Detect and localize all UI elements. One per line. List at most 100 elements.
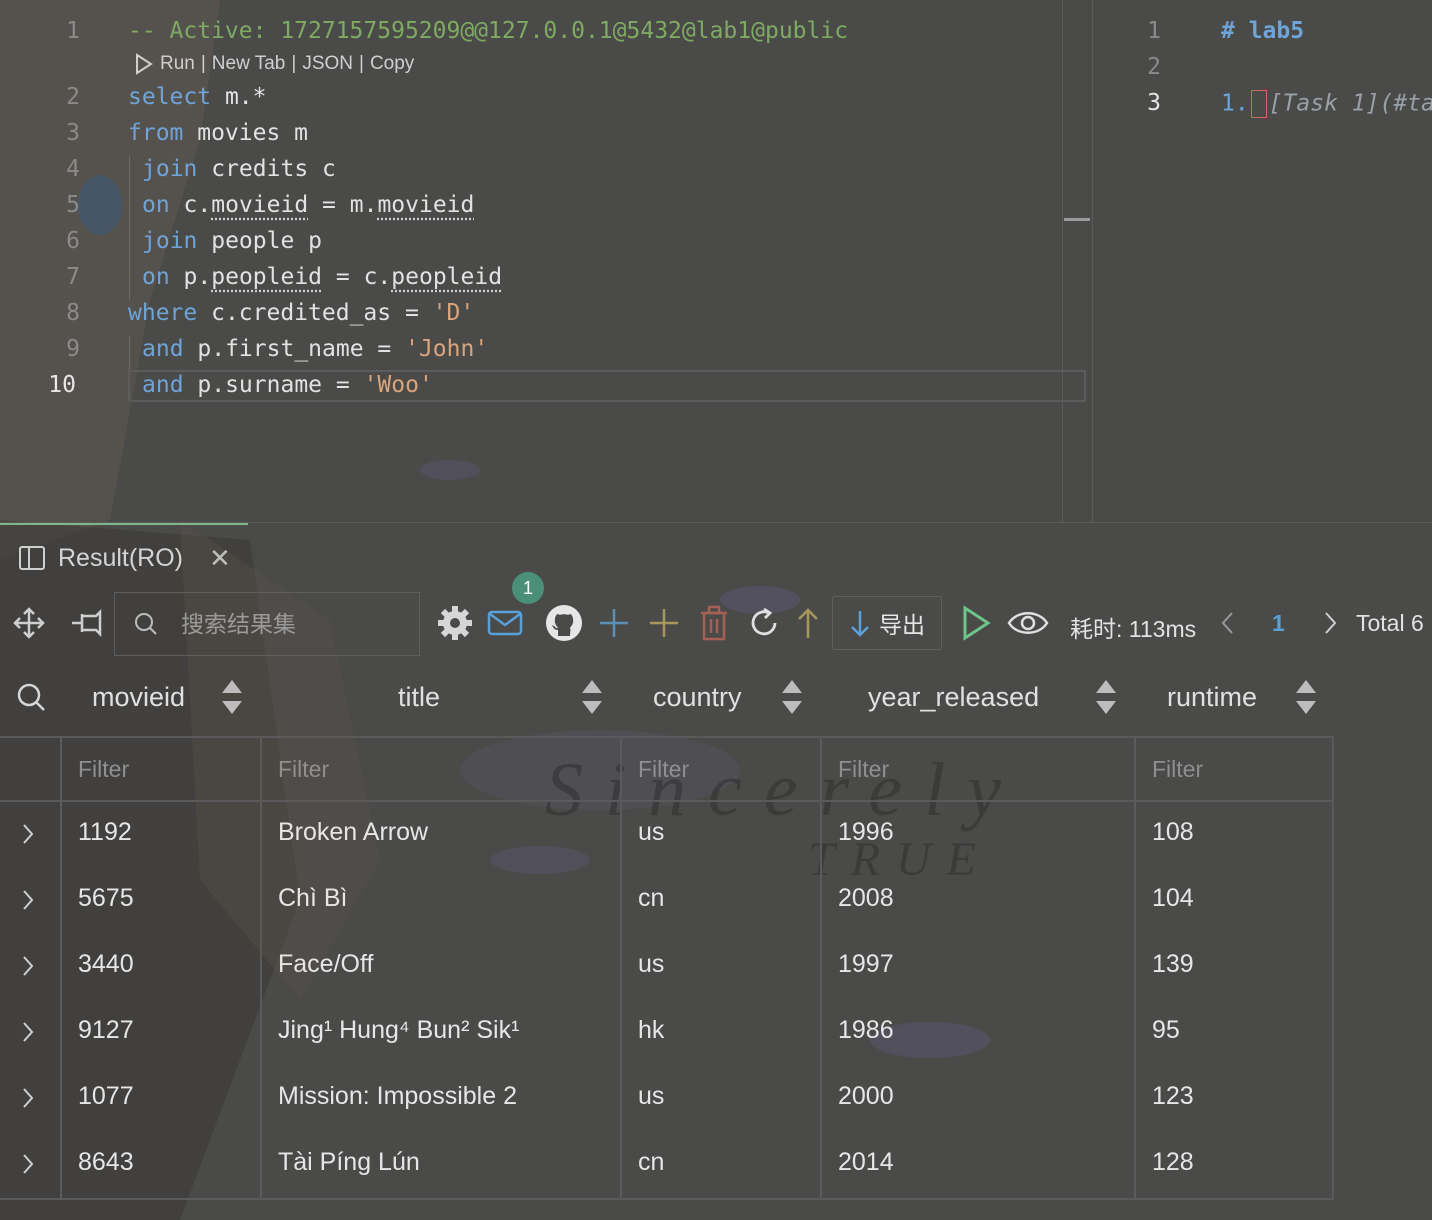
codelens-json[interactable]: JSON — [302, 53, 353, 75]
line-number: 2 — [66, 84, 80, 110]
cell-title[interactable]: Broken Arrow — [278, 818, 428, 847]
column-header-movieid[interactable]: movieid — [92, 658, 185, 736]
cell-title[interactable]: Tài Píng Lún — [278, 1148, 420, 1177]
text-cursor — [1250, 90, 1267, 118]
code-line: join people p — [142, 228, 323, 254]
pin-icon[interactable] — [68, 600, 108, 646]
eye-icon[interactable] — [1006, 600, 1050, 646]
filter-runtime[interactable]: Filter — [1152, 756, 1203, 783]
column-header-country[interactable]: country — [653, 658, 742, 736]
sort-icon[interactable] — [580, 676, 604, 718]
codelens-copy[interactable]: Copy — [370, 53, 414, 75]
cell-title[interactable]: Jing¹ Hung⁴ Bun² Sik¹ — [278, 1016, 519, 1045]
sort-icon[interactable] — [1294, 676, 1318, 718]
result-toolbar: 1 导出 耗时: 113ms 1 — [0, 572, 1432, 658]
cell-runtime[interactable]: 95 — [1152, 1016, 1180, 1045]
markdown-editor[interactable]: 1 2 3 # lab5 1. [Task 1](#ta — [1092, 0, 1432, 522]
cell-runtime[interactable]: 123 — [1152, 1082, 1194, 1111]
line-number: 8 — [66, 300, 80, 326]
chevron-right-icon[interactable] — [20, 886, 36, 914]
settings-gear-icon[interactable] — [436, 600, 474, 646]
column-header-title[interactable]: title — [398, 658, 440, 736]
filter-year-released[interactable]: Filter — [838, 756, 889, 783]
add-row-icon[interactable] — [596, 600, 632, 646]
filter-movieid[interactable]: Filter — [78, 756, 129, 783]
cell-year-released[interactable]: 1997 — [838, 950, 894, 979]
cell-movieid[interactable]: 1077 — [78, 1082, 134, 1111]
table-row[interactable]: 1192 Broken Arrow us 1996 108 — [0, 802, 1334, 868]
cell-year-released[interactable]: 1986 — [838, 1016, 894, 1045]
cell-country[interactable]: us — [638, 950, 664, 979]
cell-movieid[interactable]: 1192 — [78, 818, 132, 847]
cell-country[interactable]: hk — [638, 1016, 664, 1045]
mail-icon[interactable] — [486, 600, 524, 646]
table-row[interactable]: 3440 Face/Off us 1997 139 — [0, 934, 1334, 1000]
cell-title[interactable]: Chì Bì — [278, 884, 347, 913]
column-header-runtime[interactable]: runtime — [1167, 658, 1257, 736]
sql-editor[interactable]: 1 2 3 4 5 6 7 8 9 10 -- Active: 17271575… — [0, 0, 1090, 522]
result-panel: Result(RO) ✕ 1 — [0, 522, 1432, 1220]
table-row[interactable]: 5675 Chì Bì cn 2008 104 — [0, 868, 1334, 934]
panel-layout-icon — [19, 546, 45, 570]
codelens-new-tab[interactable]: New Tab — [212, 53, 286, 75]
chevron-right-icon[interactable] — [1318, 600, 1342, 646]
cell-country[interactable]: cn — [638, 884, 664, 913]
code-line: from movies m — [128, 120, 309, 146]
sort-icon[interactable] — [220, 676, 244, 718]
tab-result[interactable]: Result(RO) ✕ — [0, 523, 248, 591]
add-column-icon[interactable] — [646, 600, 682, 646]
run-icon[interactable] — [134, 52, 154, 76]
filter-title[interactable]: Filter — [278, 756, 329, 783]
cell-title[interactable]: Face/Off — [278, 950, 373, 979]
cell-runtime[interactable]: 108 — [1152, 818, 1194, 847]
filter-country[interactable]: Filter — [638, 756, 689, 783]
cell-year-released[interactable]: 1996 — [838, 818, 894, 847]
refresh-icon[interactable] — [746, 600, 782, 646]
close-icon[interactable]: ✕ — [209, 543, 231, 574]
chevron-right-icon[interactable] — [20, 1150, 36, 1178]
cell-runtime[interactable]: 104 — [1152, 884, 1194, 913]
cell-movieid[interactable]: 9127 — [78, 1016, 134, 1045]
codelens-run[interactable]: Run — [160, 53, 195, 75]
scrollbar-thumb[interactable] — [1064, 218, 1090, 221]
arrow-up-icon[interactable] — [792, 600, 824, 646]
cell-country[interactable]: us — [638, 1082, 664, 1111]
result-search[interactable] — [114, 592, 420, 656]
indent-guide — [129, 156, 130, 300]
chevron-right-icon[interactable] — [20, 952, 36, 980]
cell-year-released[interactable]: 2008 — [838, 884, 894, 913]
codelens-separator: | — [200, 53, 206, 74]
table-row[interactable]: 9127 Jing¹ Hung⁴ Bun² Sik¹ hk 1986 95 — [0, 1000, 1334, 1066]
export-button[interactable]: 导出 — [832, 596, 942, 650]
chevron-left-icon[interactable] — [1216, 600, 1240, 646]
line-number: 5 — [66, 192, 80, 218]
page-number[interactable]: 1 — [1272, 610, 1285, 637]
active-connection-comment: -- Active: 1727157595209@@127.0.0.1@5432… — [128, 18, 849, 44]
column-search-icon[interactable] — [16, 658, 46, 736]
delete-icon[interactable] — [696, 600, 732, 646]
sort-icon[interactable] — [780, 676, 804, 718]
move-icon[interactable] — [10, 600, 48, 646]
cell-year-released[interactable]: 2014 — [838, 1148, 894, 1177]
cell-runtime[interactable]: 128 — [1152, 1148, 1194, 1177]
cell-movieid[interactable]: 3440 — [78, 950, 134, 979]
search-input[interactable] — [179, 609, 403, 639]
table-header: movieid title country year_released runt… — [0, 658, 1432, 736]
github-icon[interactable] — [544, 600, 584, 646]
table-row[interactable]: 8643 Tài Píng Lún cn 2014 128 — [0, 1132, 1334, 1198]
cell-year-released[interactable]: 2000 — [838, 1082, 894, 1111]
cell-movieid[interactable]: 8643 — [78, 1148, 134, 1177]
run-query-icon[interactable] — [958, 600, 994, 646]
chevron-right-icon[interactable] — [20, 1084, 36, 1112]
cell-movieid[interactable]: 5675 — [78, 884, 134, 913]
cell-title[interactable]: Mission: Impossible 2 — [278, 1082, 517, 1111]
column-header-year-released[interactable]: year_released — [868, 658, 1039, 736]
cell-runtime[interactable]: 139 — [1152, 950, 1194, 979]
chevron-right-icon[interactable] — [20, 1018, 36, 1046]
tab-label: Result(RO) — [58, 543, 184, 572]
chevron-right-icon[interactable] — [20, 820, 36, 848]
cell-country[interactable]: cn — [638, 1148, 664, 1177]
sort-icon[interactable] — [1094, 676, 1118, 718]
table-row[interactable]: 1077 Mission: Impossible 2 us 2000 123 — [0, 1066, 1334, 1132]
cell-country[interactable]: us — [638, 818, 664, 847]
